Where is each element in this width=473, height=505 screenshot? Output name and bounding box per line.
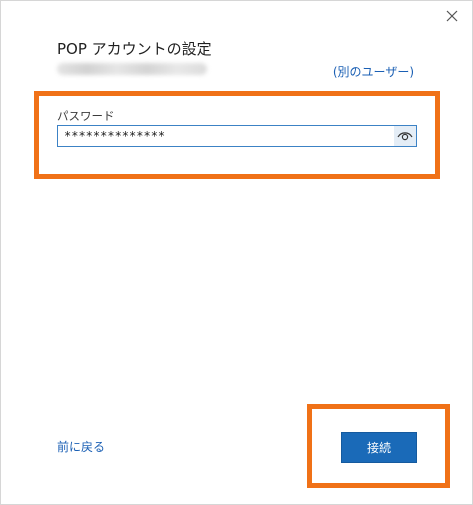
- back-link[interactable]: 前に戻る: [57, 438, 105, 455]
- connect-button[interactable]: 接続: [341, 432, 417, 463]
- password-field[interactable]: [57, 125, 417, 147]
- dialog-title: POP アカウントの設定: [57, 40, 212, 58]
- pop-account-dialog: POP アカウントの設定 (別のユーザー) パスワード 前に戻る 接続: [0, 0, 473, 505]
- other-user-link[interactable]: (別のユーザー): [333, 63, 414, 80]
- close-button[interactable]: [439, 5, 465, 27]
- eye-icon: [397, 132, 413, 141]
- close-icon: [446, 10, 458, 22]
- password-input[interactable]: [58, 126, 394, 146]
- show-password-button[interactable]: [394, 126, 416, 146]
- account-email-redacted: [57, 63, 207, 75]
- password-label: パスワード: [57, 109, 115, 123]
